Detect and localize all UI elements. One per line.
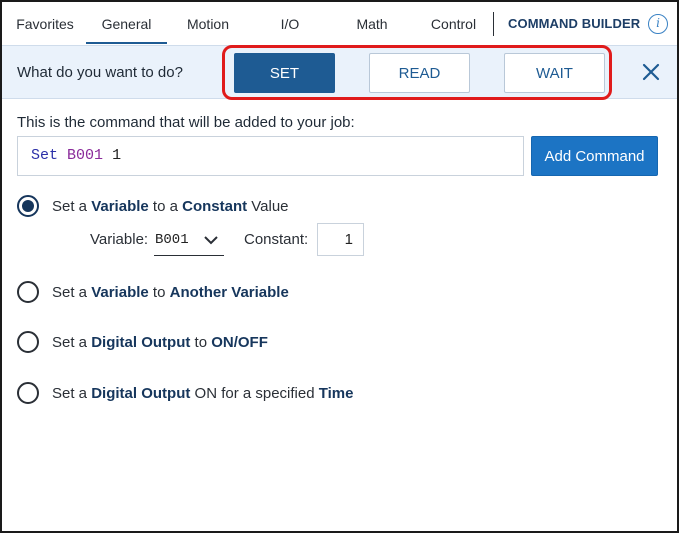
tab-favorites[interactable]: Favorites — [16, 2, 74, 45]
tab-control[interactable]: Control — [426, 2, 481, 45]
variable-label: Variable: — [90, 231, 149, 248]
command-variable: B001 — [67, 147, 104, 164]
option-label: Set a Variable to a Constant Value — [52, 197, 289, 215]
command-keyword: Set — [31, 147, 59, 164]
variable-select[interactable]: B001 — [154, 226, 224, 256]
option-label: Set a Digital Output ON for a specified … — [52, 384, 354, 402]
tab-math[interactable]: Math — [350, 2, 394, 45]
wait-button[interactable]: WAIT — [504, 53, 605, 93]
radio-digital-output-timed[interactable] — [17, 382, 39, 404]
chevron-down-icon — [204, 236, 218, 245]
radio-digital-output-on-off[interactable] — [17, 331, 39, 353]
option-label: Set a Digital Output to ON/OFF — [52, 333, 268, 351]
option-digital-output-on-off[interactable]: Set a Digital Output to ON/OFF — [17, 330, 268, 354]
constant-input[interactable] — [317, 223, 364, 256]
tab-motion[interactable]: Motion — [182, 2, 234, 45]
read-button[interactable]: READ — [369, 53, 470, 93]
info-icon[interactable]: i — [648, 14, 668, 34]
close-icon[interactable] — [639, 60, 663, 84]
command-caption: This is the command that will be added t… — [17, 114, 355, 131]
top-nav: Favorites General Motion I/O Math Contro… — [2, 2, 677, 45]
command-preview: Set B001 1 — [17, 136, 524, 176]
tab-general[interactable]: General — [86, 2, 167, 45]
command-value: 1 — [112, 147, 122, 164]
variable-select-value: B001 — [155, 232, 189, 248]
option-variable-to-constant[interactable]: Set a Variable to a Constant Value — [17, 194, 289, 218]
tab-io[interactable]: I/O — [272, 2, 308, 45]
option-variable-to-variable[interactable]: Set a Variable to Another Variable — [17, 280, 289, 304]
constant-label: Constant: — [244, 231, 309, 248]
action-question-label: What do you want to do? — [17, 64, 183, 81]
add-command-button[interactable]: Add Command — [531, 136, 658, 176]
nav-divider — [493, 12, 494, 36]
command-builder-panel: Favorites General Motion I/O Math Contro… — [0, 0, 679, 533]
option-digital-output-timed[interactable]: Set a Digital Output ON for a specified … — [17, 381, 354, 405]
radio-variable-to-variable[interactable] — [17, 281, 39, 303]
action-question-bar: What do you want to do? SET READ WAIT — [2, 45, 677, 100]
set-button[interactable]: SET — [234, 53, 335, 93]
command-builder-title: COMMAND BUILDER — [508, 16, 641, 31]
option-label: Set a Variable to Another Variable — [52, 283, 289, 301]
radio-variable-to-constant[interactable] — [17, 195, 39, 217]
